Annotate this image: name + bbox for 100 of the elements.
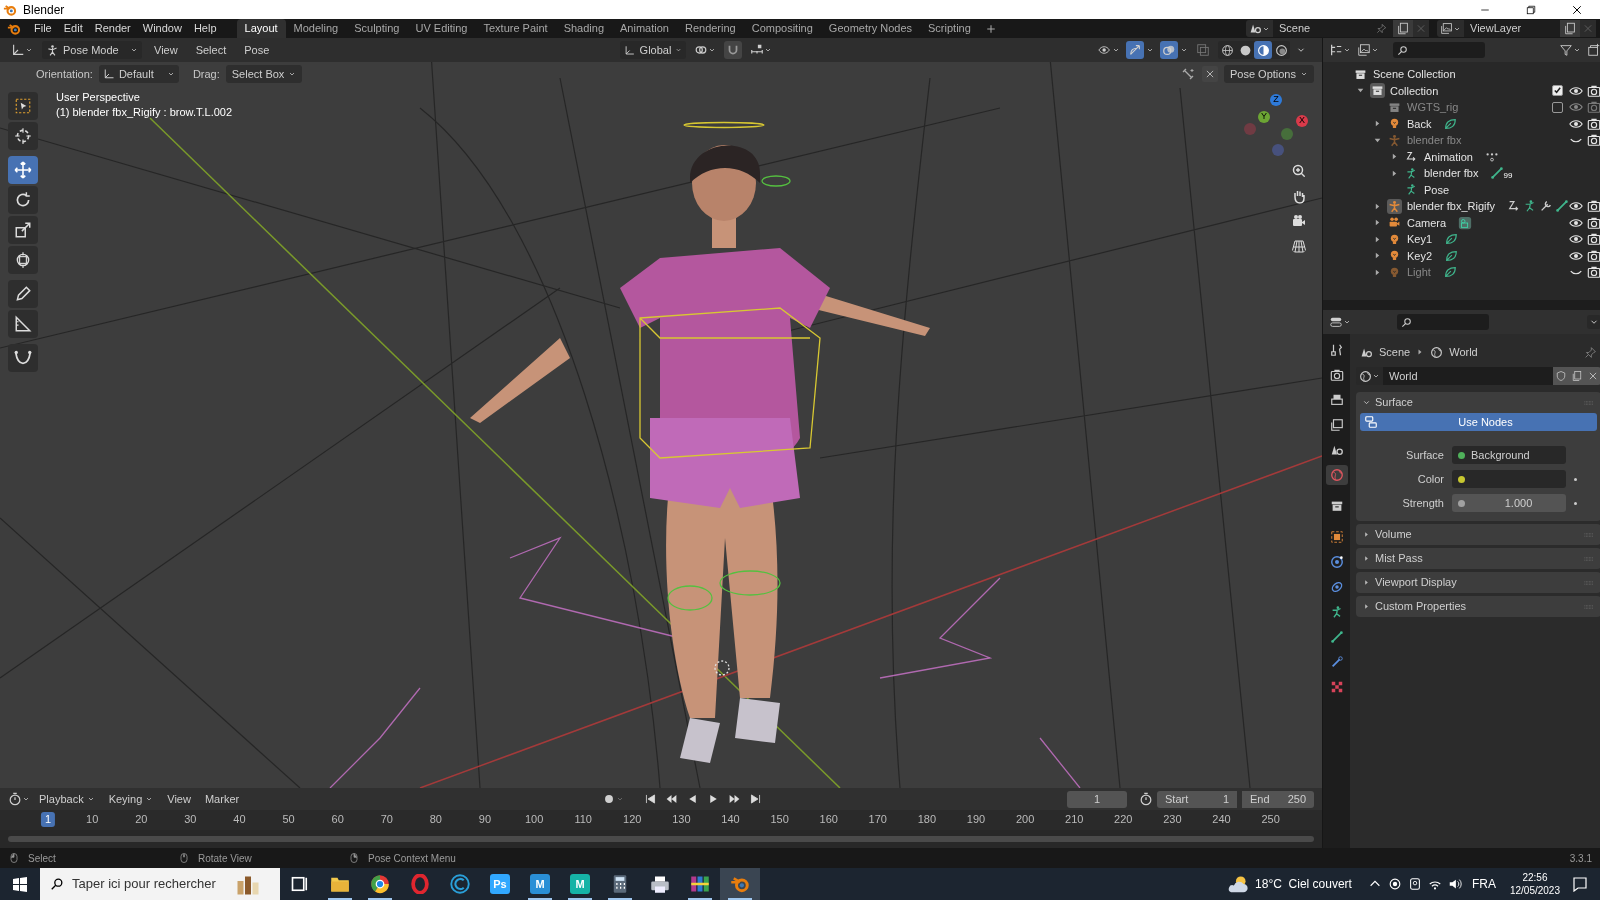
- frame-number[interactable]: 1: [40, 812, 56, 827]
- menu-item[interactable]: Help: [187, 19, 223, 38]
- outliner-item[interactable]: Pose: [1424, 181, 1450, 198]
- frame-number: 10: [86, 812, 99, 827]
- user-count: 99: [1503, 170, 1513, 183]
- frame-number: 160: [819, 812, 838, 827]
- frame-number: 60: [331, 812, 344, 827]
- frame-number: 190: [966, 812, 986, 827]
- outliner-item[interactable]: Animation: [1424, 148, 1473, 165]
- clock-date[interactable]: 12/05/2023: [1509, 884, 1560, 897]
- number-field[interactable]: 1.000: [1452, 494, 1566, 512]
- language-indicator[interactable]: FRA: [1471, 875, 1496, 893]
- app-letter-icon: M: [570, 874, 590, 894]
- frame-number: 140: [721, 812, 740, 827]
- workspace-tab[interactable]: UV Editing: [407, 19, 476, 38]
- frame-number: 180: [917, 812, 937, 827]
- workspace-tab[interactable]: Rendering: [676, 19, 744, 38]
- taskbar-search-field[interactable]: Taper ici pour rechercher: [40, 868, 280, 900]
- menu-item[interactable]: Pose: [238, 41, 276, 59]
- scene-name: Scene: [1279, 21, 1311, 37]
- frame-number: 130: [672, 812, 691, 827]
- drag-dropdown[interactable]: Select Box: [225, 65, 303, 83]
- menu-item[interactable]: Window: [136, 19, 188, 38]
- menu-item[interactable]: Playback: [34, 790, 100, 808]
- frame-number: 50: [282, 812, 295, 827]
- panel-header[interactable]: Volume: [1356, 524, 1600, 545]
- menu-item[interactable]: Keying: [103, 790, 159, 808]
- workspace-tab[interactable]: Compositing: [743, 19, 821, 38]
- world-name-field[interactable]: World: [1383, 367, 1554, 385]
- outliner-item[interactable]: Collection: [1390, 82, 1439, 99]
- start-frame-field[interactable]: Start 1: [1157, 790, 1237, 808]
- status-hint: Pose Context Menu: [368, 851, 456, 866]
- frame-number: 230: [1163, 812, 1182, 827]
- status-hint: Select: [28, 851, 57, 866]
- workspace-tab[interactable]: Sculpting: [346, 19, 408, 38]
- field-label: Strength: [1401, 495, 1445, 511]
- frame-number: 20: [135, 812, 148, 827]
- frame-number: 70: [380, 812, 393, 827]
- scene-field[interactable]: Scene: [1273, 20, 1393, 37]
- frame-number: 150: [770, 812, 789, 827]
- panel-header[interactable]: Surface: [1356, 392, 1600, 413]
- outliner-item[interactable]: Key2: [1407, 247, 1433, 264]
- menu-item[interactable]: Select: [189, 41, 233, 59]
- search-input[interactable]: Taper ici pour rechercher: [72, 874, 218, 894]
- breadcrumb-item[interactable]: Scene: [1379, 343, 1411, 361]
- view-layer-field[interactable]: ViewLayer: [1464, 20, 1560, 37]
- version-label: 3.3.1: [1569, 851, 1592, 866]
- field-label: Surface: [1405, 447, 1445, 463]
- outliner-item[interactable]: Back: [1407, 115, 1432, 132]
- shader-link-dropdown[interactable]: Background: [1452, 446, 1566, 464]
- panel-header[interactable]: Viewport Display: [1356, 572, 1600, 593]
- frame-number: 110: [574, 812, 592, 827]
- app-letter-icon: Ps: [490, 874, 510, 894]
- workspace-tab[interactable]: Modeling: [285, 19, 347, 38]
- outliner-item[interactable]: Scene Collection: [1373, 66, 1456, 83]
- outliner-item[interactable]: Light: [1407, 264, 1431, 281]
- workspace-tab[interactable]: Layout: [236, 19, 286, 38]
- mode-dropdown[interactable]: Pose Mode: [42, 41, 142, 59]
- menu-item[interactable]: File: [28, 19, 58, 38]
- frame-number: 100: [524, 812, 544, 827]
- workspace-tab[interactable]: Shading: [555, 19, 613, 38]
- menu-item[interactable]: Render: [88, 19, 137, 38]
- frame-number: 220: [1114, 812, 1133, 827]
- menu-item[interactable]: Marker: [199, 790, 245, 808]
- frame-number: 90: [478, 812, 492, 827]
- transform-orientation-dropdown[interactable]: Global: [620, 41, 687, 59]
- viewport[interactable]: Pose Mode View Select Pose Global Orientation: Default Drag: Select Box Pose Options User Perspective (1) blender fbx_Rigify : brow.T.L.002 Z Y X: [0, 38, 1322, 788]
- outliner-item[interactable]: blender fbx: [1407, 132, 1462, 149]
- weather-text[interactable]: 18°C Ciel couvert: [1255, 875, 1352, 893]
- frame-number: 120: [623, 812, 642, 827]
- panel-header[interactable]: Custom Properties: [1356, 596, 1600, 617]
- viewport-info-text: User Perspective: [56, 90, 141, 105]
- workspace-tab[interactable]: Texture Paint: [475, 19, 556, 38]
- frame-number: 250: [1261, 812, 1280, 827]
- frame-number: 30: [184, 812, 197, 827]
- panel-header[interactable]: Mist Pass: [1356, 548, 1600, 569]
- viewport-info-text: (1) blender fbx_Rigify : brow.T.L.002: [56, 105, 233, 120]
- menu-item[interactable]: Edit: [57, 19, 89, 38]
- outliner-item[interactable]: blender fbx_Rigify: [1407, 198, 1496, 215]
- taskbar-app-button[interactable]: M: [520, 868, 560, 900]
- outliner-item[interactable]: WGTS_rig: [1407, 99, 1459, 116]
- workspace-tab[interactable]: Scripting: [920, 19, 979, 38]
- pose-options-dropdown[interactable]: Pose Options: [1223, 65, 1314, 83]
- menu-item[interactable]: View: [162, 790, 196, 808]
- outliner-item[interactable]: Key1: [1407, 231, 1433, 248]
- workspace-tab[interactable]: Animation: [612, 19, 677, 38]
- breadcrumb-item[interactable]: World: [1449, 343, 1478, 361]
- drag-label: Drag:: [192, 66, 220, 82]
- end-frame-field[interactable]: End 250: [1242, 790, 1314, 808]
- outliner-item[interactable]: blender fbx: [1424, 165, 1479, 182]
- orientation-dropdown[interactable]: Default: [98, 65, 179, 83]
- use-nodes-button[interactable]: Use Nodes: [1360, 413, 1598, 431]
- outliner-item[interactable]: Camera: [1407, 214, 1447, 231]
- menu-item[interactable]: View: [148, 41, 184, 59]
- orientation-label: Orientation:: [36, 66, 93, 82]
- current-frame-field[interactable]: 1: [1067, 790, 1127, 808]
- clock-time[interactable]: 22:56: [1522, 871, 1548, 884]
- app-letter-icon: M: [530, 874, 550, 894]
- workspace-tab[interactable]: Geometry Nodes: [820, 19, 920, 38]
- frame-number: 210: [1065, 812, 1084, 827]
